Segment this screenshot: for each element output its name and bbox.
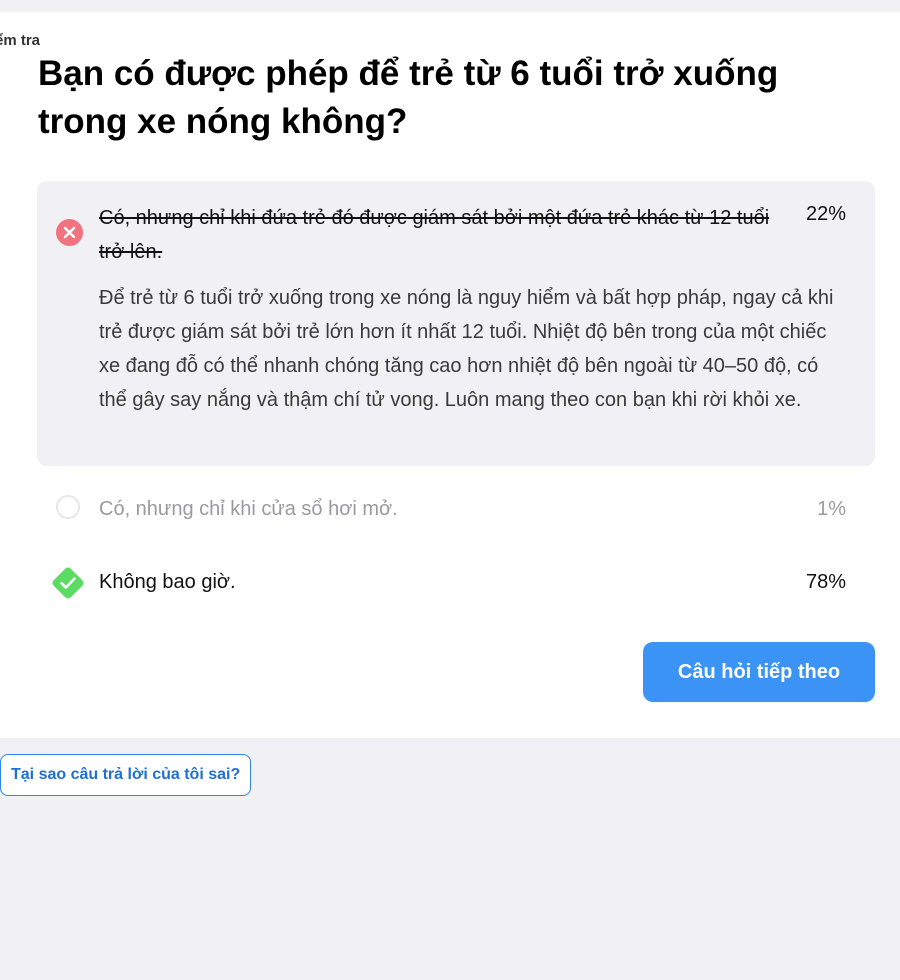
x-circle-icon	[56, 219, 83, 246]
next-question-button[interactable]: Câu hỏi tiếp theo	[643, 642, 875, 702]
why-wrong-button[interactable]: Tại sao câu trả lời của tôi sai?	[0, 754, 252, 796]
answer-option-unselected[interactable]: Có, nhưng chỉ khi cửa sổ hơi mở. 1%	[37, 484, 875, 534]
check-diamond-icon	[51, 566, 85, 600]
answer-text: Không bao giờ.	[99, 571, 236, 593]
question-title: Bạn có được phép để trẻ từ 6 tuổi trở xu…	[38, 54, 779, 141]
answer-option-selected-wrong[interactable]: Có, nhưng chỉ khi đứa trẻ đó được giám s…	[37, 181, 875, 466]
answer-explanation: Để trẻ từ 6 tuổi trở xuống trong xe nóng…	[99, 287, 834, 411]
answer-percent: 1%	[817, 498, 846, 520]
breadcrumb: Bài kiểm tra	[0, 32, 40, 49]
radio-empty-icon	[56, 495, 80, 519]
answer-percent: 78%	[805, 571, 846, 593]
answer-option-correct[interactable]: Không bao giờ. 78%	[37, 557, 875, 607]
answer-text: Có, nhưng chỉ khi đứa trẻ đó được giám s…	[99, 207, 770, 263]
answer-text: Có, nhưng chỉ khi cửa sổ hơi mở.	[99, 498, 398, 520]
answer-percent: 22%	[805, 203, 846, 225]
breadcrumb-label: Bài kiểm tra	[0, 32, 40, 49]
quiz-page: Bài kiểm tra Bạn có được phép để trẻ từ …	[0, 0, 900, 980]
